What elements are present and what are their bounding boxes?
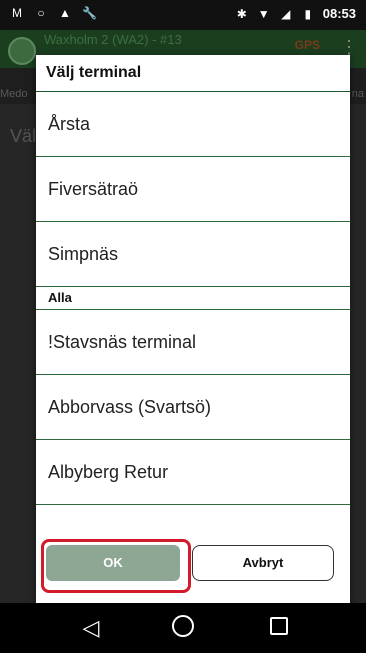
status-bar: M ○ ▲ 🔧 ✱ ▼ ◢ ▮ 08:53 <box>0 0 366 30</box>
bluetooth-icon: ✱ <box>236 6 247 21</box>
recent-apps-icon[interactable] <box>266 615 292 641</box>
list-item[interactable]: !Stavsnäs terminal <box>36 310 350 375</box>
cloud-icon: ▲ <box>59 6 71 20</box>
battery-icon: ▮ <box>304 6 312 21</box>
list-item[interactable]: Simpnäs <box>36 222 350 287</box>
circle-icon: ○ <box>37 6 45 20</box>
dialog-button-bar: OK Avbryt <box>36 533 350 603</box>
overflow-menu-icon: ⋮ <box>340 37 358 57</box>
signal-icon: ◢ <box>281 6 291 21</box>
terminal-dialog: Välj terminal Årsta Fiversätraö Simpnäs … <box>36 55 350 603</box>
app-sub-left-label: Medo <box>0 88 28 100</box>
list-item[interactable]: Abborvass (Svartsö) <box>36 375 350 440</box>
app-title: Waxholm 2 (WA2) - #13 <box>44 32 182 47</box>
list-item[interactable]: Fiversätraö <box>36 157 350 222</box>
wrench-icon: 🔧 <box>82 6 97 20</box>
terminal-list[interactable]: Årsta Fiversätraö Simpnäs Alla !Stavsnäs… <box>36 92 350 568</box>
back-icon[interactable]: ◁ <box>78 615 104 641</box>
dialog-title: Välj terminal <box>36 55 350 92</box>
app-sub-right-label: na <box>351 88 364 100</box>
section-header: Alla <box>36 287 350 310</box>
navigation-bar: ◁ <box>0 603 366 653</box>
cancel-button[interactable]: Avbryt <box>192 545 334 581</box>
status-time: 08:53 <box>322 6 356 21</box>
wifi-icon: ▼ <box>257 6 270 21</box>
home-icon[interactable] <box>170 615 196 641</box>
app-main-label: Väl <box>10 126 37 146</box>
list-item[interactable]: Årsta <box>36 92 350 157</box>
mail-icon: M <box>12 6 22 20</box>
ok-button[interactable]: OK <box>46 545 180 581</box>
list-item[interactable]: Albyberg Retur <box>36 440 350 505</box>
app-logo-icon <box>8 37 36 65</box>
gps-indicator: GPS <box>294 38 320 52</box>
